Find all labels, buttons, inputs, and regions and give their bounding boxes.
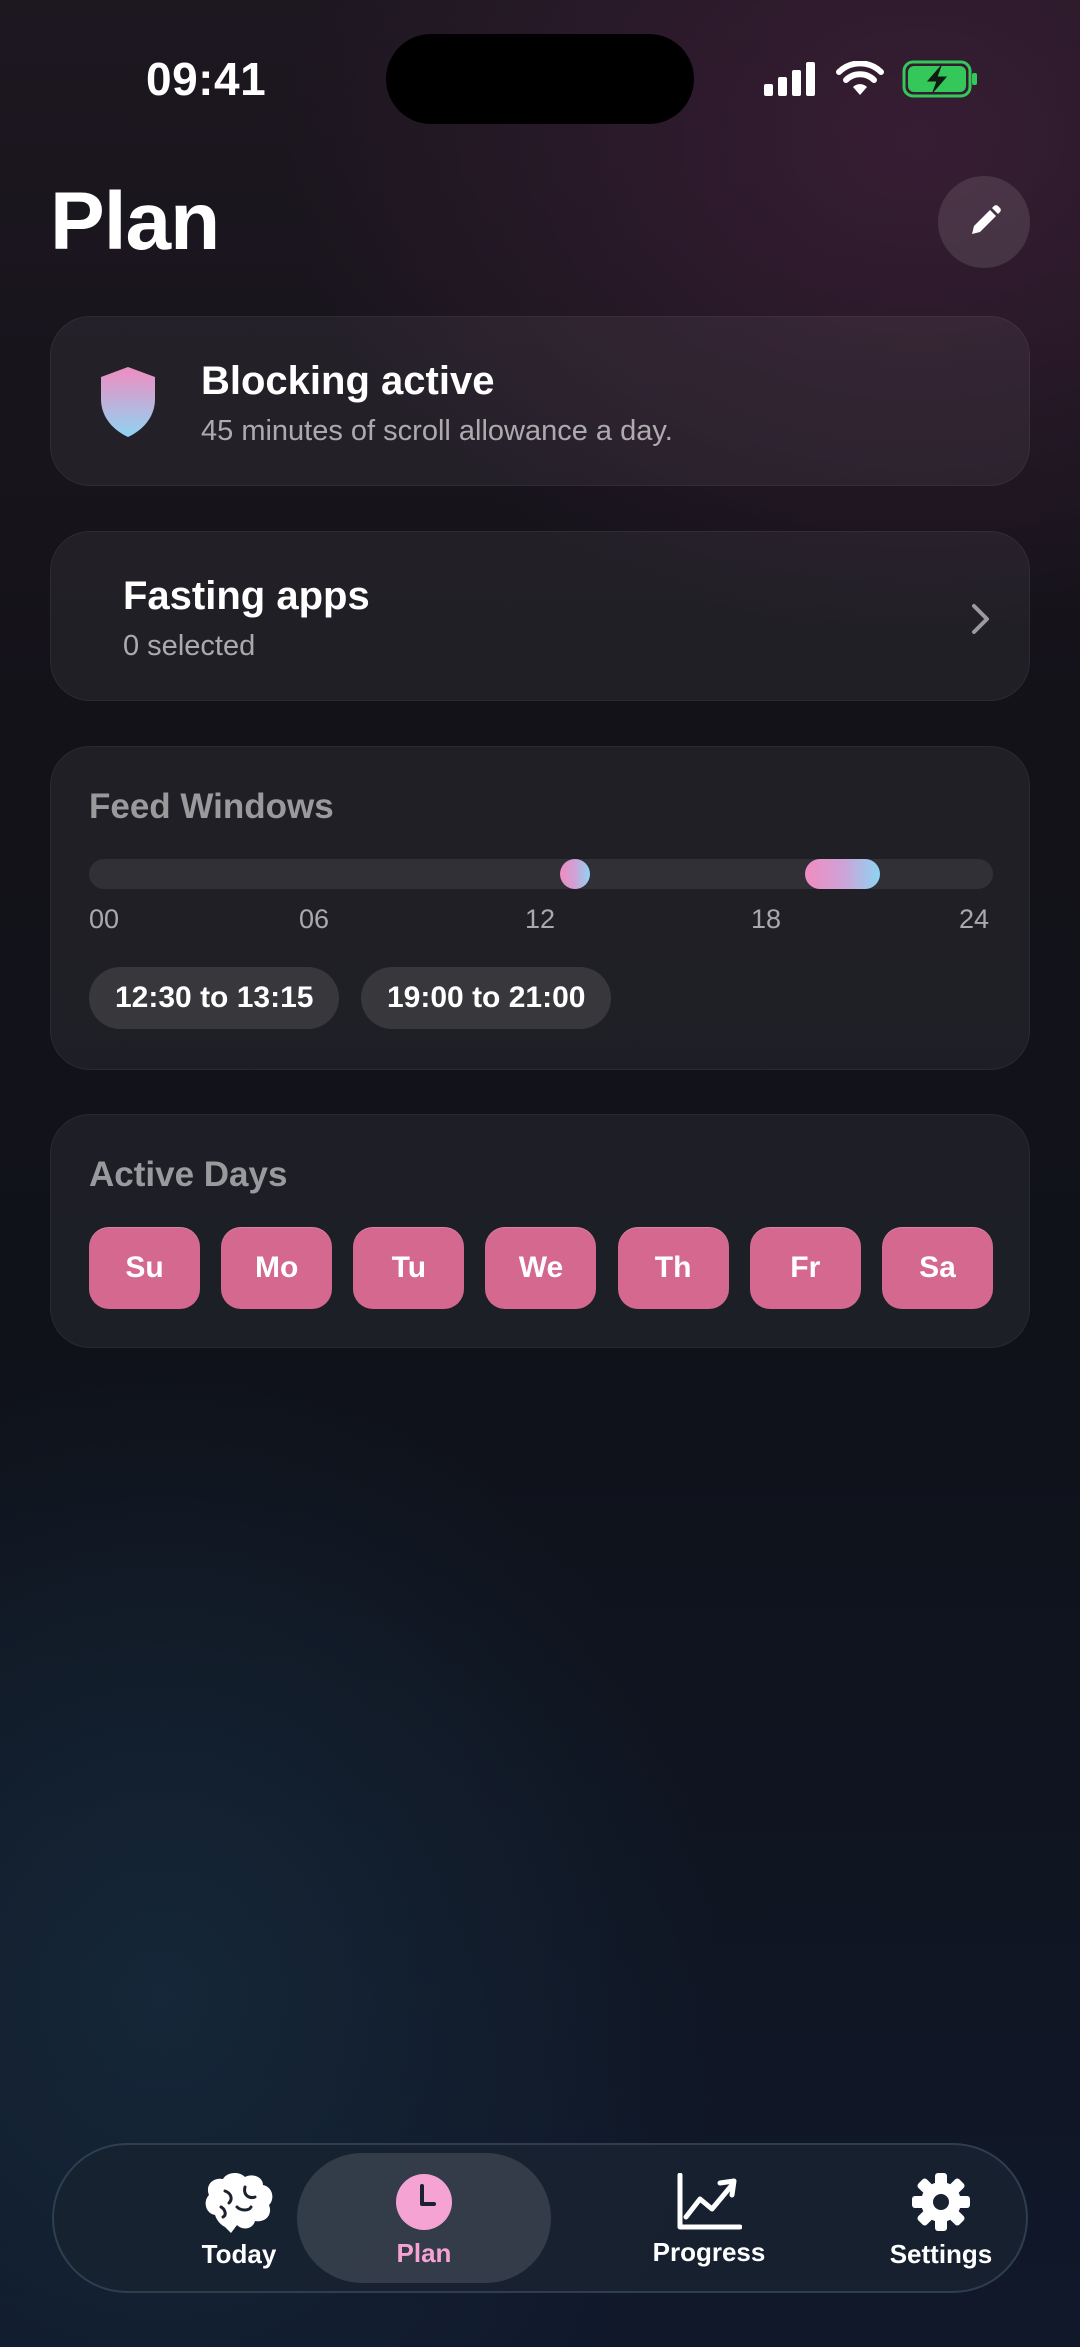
- feed-windows-label: Feed Windows: [89, 787, 334, 826]
- day-toggle-tu[interactable]: Tu: [353, 1227, 465, 1309]
- chart-line-icon: [677, 2172, 742, 2229]
- day-toggle-sa[interactable]: Sa: [881, 1227, 993, 1309]
- fasting-apps-title: Fasting apps: [123, 574, 370, 618]
- status-time: 09:41: [146, 53, 267, 105]
- active-days-card: Active Days Su Mo Tu We Th Fr Sa: [50, 1114, 1030, 1348]
- edit-button[interactable]: [938, 176, 1030, 268]
- day-toggle-we[interactable]: We: [485, 1227, 597, 1309]
- timeline-tick-label: 18: [751, 904, 782, 934]
- feed-windows-card: Feed Windows 00 06 12 18 24 12:30 to 13:15 1…: [50, 746, 1030, 1070]
- chevron-right-icon: [972, 604, 989, 634]
- wifi-icon: [836, 61, 884, 95]
- day-toggle-mo[interactable]: Mo: [221, 1227, 333, 1309]
- tab-progress[interactable]: Progress: [584, 2145, 834, 2295]
- page-title: Plan: [50, 176, 220, 267]
- tab-bar: Today Plan Progress Settings: [52, 2143, 1028, 2293]
- day-toggle-fr[interactable]: Fr: [749, 1227, 861, 1309]
- status-icons: [764, 60, 980, 98]
- blocking-title: Blocking active: [201, 359, 495, 403]
- feed-window-segment: [559, 859, 590, 889]
- brain-icon: [205, 2172, 273, 2233]
- feed-window-pill[interactable]: 19:00 to 21:00: [361, 967, 612, 1029]
- timeline-tick-label: 24: [959, 904, 990, 934]
- shield-icon: [101, 367, 155, 437]
- timeline-tick-label: 12: [525, 904, 556, 934]
- timeline-tick-label: 06: [299, 904, 330, 934]
- timeline-tick-label: 00: [89, 904, 120, 934]
- pencil-icon: [972, 205, 1001, 234]
- blocking-status-card: Blocking active 45 minutes of scroll all…: [50, 316, 1030, 486]
- tab-label: Today: [201, 2238, 277, 2269]
- battery-charging-icon: [902, 60, 977, 98]
- signal-icon: [764, 62, 815, 96]
- fasting-apps-count: 0 selected: [123, 630, 256, 662]
- blocking-subtitle: 45 minutes of scroll allowance a day.: [201, 415, 673, 447]
- tab-plan[interactable]: Plan: [297, 2145, 551, 2295]
- feed-timeline: [89, 859, 993, 889]
- tab-label: Plan: [396, 2237, 452, 2268]
- tab-label: Settings: [889, 2238, 993, 2269]
- active-days-label: Active Days: [89, 1155, 288, 1194]
- fasting-apps-row[interactable]: Fasting apps 0 selected: [50, 531, 1030, 701]
- gear-icon: [912, 2172, 970, 2231]
- clock-icon: [396, 2173, 452, 2230]
- day-toggle-su[interactable]: Su: [89, 1227, 200, 1309]
- days-row: Su Mo Tu We Th Fr Sa: [89, 1227, 993, 1309]
- feed-window-pill[interactable]: 12:30 to 13:15: [89, 967, 340, 1029]
- day-toggle-th[interactable]: Th: [617, 1227, 729, 1309]
- tab-label: Progress: [652, 2236, 766, 2267]
- dynamic-island: [386, 34, 694, 124]
- feed-window-segment: [804, 859, 880, 889]
- tab-settings[interactable]: Settings: [816, 2145, 1066, 2295]
